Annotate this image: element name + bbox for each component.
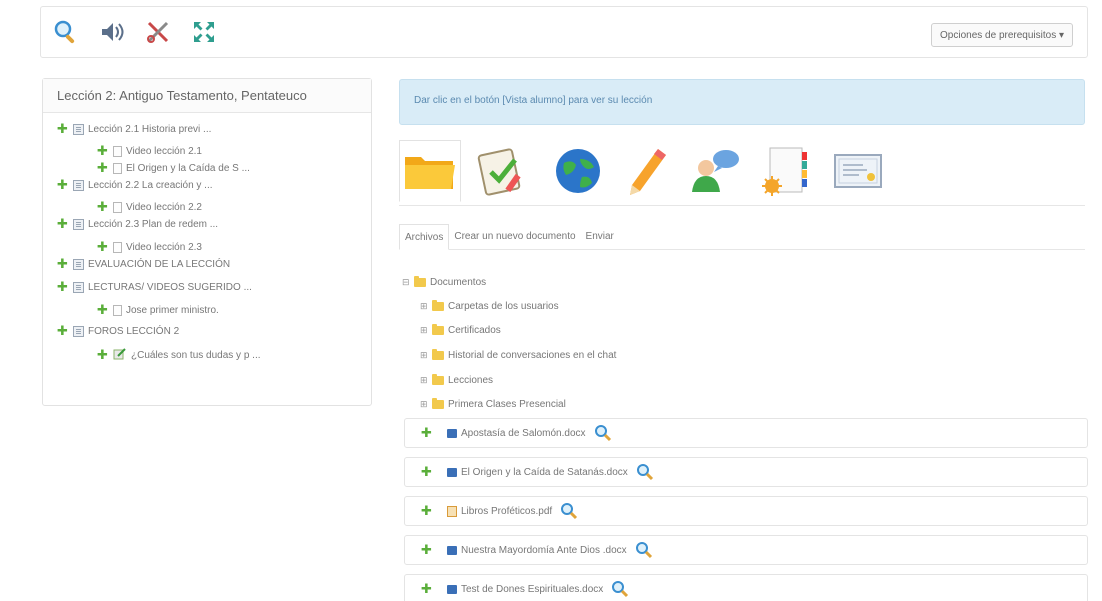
plus-icon[interactable]: ✚ [57, 324, 69, 337]
plus-icon[interactable]: ✚ [421, 465, 433, 478]
word-file-icon [447, 467, 457, 477]
top-toolbar: Opciones de prerequisitos ▾ [40, 6, 1088, 58]
folder-icon [432, 299, 444, 311]
lesson-icon [73, 325, 84, 337]
preview-search-icon[interactable] [611, 580, 629, 598]
plus-icon[interactable]: ✚ [57, 217, 69, 230]
tree-root-documentos[interactable]: ⊟ Documentos [402, 274, 486, 290]
plus-icon[interactable]: ✚ [57, 257, 69, 270]
preview-search-icon[interactable] [636, 463, 654, 481]
prerequisites-dropdown[interactable]: Opciones de prerequisitos ▾ [931, 23, 1073, 47]
folder-icon [414, 275, 426, 287]
attendance-icon[interactable] [755, 140, 817, 202]
folder-item[interactable]: ⊞ Historial de conversaciones en el chat [420, 347, 616, 363]
tree-item[interactable]: ✚ EVALUACIÓN DE LA LECCIÓN [57, 256, 230, 272]
plus-icon[interactable]: ✚ [421, 426, 433, 439]
document-icon [113, 162, 122, 174]
file-row[interactable]: ✚ Libros Proféticos.pdf [404, 496, 1088, 526]
plus-icon[interactable]: ✚ [97, 200, 109, 213]
document-icon [113, 145, 122, 157]
expand-icon[interactable]: ⊞ [420, 350, 430, 361]
folder-item[interactable]: ⊞ Certificados [420, 322, 501, 338]
plus-icon[interactable]: ✚ [97, 161, 109, 174]
preview-search-icon[interactable] [635, 541, 653, 559]
tree-item[interactable]: ✚ ¿Cuáles son tus dudas y p ... [97, 347, 261, 363]
fullscreen-icon[interactable] [189, 17, 219, 47]
pdf-file-icon [447, 505, 457, 517]
file-row[interactable]: ✚ Nuestra Mayordomía Ante Dios .docx [404, 535, 1088, 565]
tree-item[interactable]: ✚ Lección 2.1 Historia previ ... [57, 121, 211, 137]
folder-icon [432, 323, 444, 335]
tree-item[interactable]: ✚ El Origen y la Caída de S ... [97, 160, 250, 176]
chat-users-icon[interactable] [683, 140, 745, 202]
links-globe-icon[interactable] [547, 140, 609, 202]
certificate-icon[interactable] [827, 140, 889, 202]
tabs-divider [399, 205, 1085, 206]
search-icon[interactable] [51, 17, 81, 47]
assignment-icon[interactable] [471, 140, 533, 202]
folder-icon [432, 373, 444, 385]
plus-icon[interactable]: ✚ [57, 178, 69, 191]
plus-icon[interactable]: ✚ [421, 543, 433, 556]
expand-icon[interactable]: ⊞ [420, 325, 430, 336]
folder-item[interactable]: ⊞ Lecciones [420, 372, 493, 388]
collapse-icon[interactable]: ⊟ [402, 277, 412, 288]
tool-tabs [399, 140, 1089, 206]
tree-item[interactable]: ✚ Jose primer ministro. [97, 302, 219, 318]
expand-icon[interactable]: ⊞ [420, 375, 430, 386]
lesson-sidebar: Lección 2: Antiguo Testamento, Pentateuc… [42, 78, 372, 406]
tree-item[interactable]: ✚ Video lección 2.2 [97, 199, 202, 215]
sidebar-title: Lección 2: Antiguo Testamento, Pentateuc… [43, 79, 371, 113]
folder-icon [432, 348, 444, 360]
lesson-icon [73, 281, 84, 293]
lesson-icon [73, 179, 84, 191]
preview-search-icon[interactable] [594, 424, 612, 442]
word-file-icon [447, 428, 457, 438]
plus-icon[interactable]: ✚ [97, 240, 109, 253]
tree-item[interactable]: ✚ LECTURAS/ VIDEOS SUGERIDO ... [57, 279, 252, 295]
info-banner: Dar clic en el botón [Vista alumno] para… [399, 79, 1085, 125]
tab-enviar[interactable]: Enviar [581, 224, 619, 250]
audio-icon[interactable] [97, 17, 127, 47]
tree-item[interactable]: ✚ Lección 2.3 Plan de redem ... [57, 216, 218, 232]
tree-item[interactable]: ✚ Video lección 2.3 [97, 239, 202, 255]
lesson-icon [73, 123, 84, 135]
preview-search-icon[interactable] [560, 502, 578, 520]
notebook-pencil-icon[interactable] [615, 140, 677, 202]
tree-item[interactable]: ✚ Video lección 2.1 [97, 143, 202, 159]
plus-icon[interactable]: ✚ [57, 122, 69, 135]
forum-icon [113, 347, 127, 364]
folder-item[interactable]: ⊞ Carpetas de los usuarios [420, 298, 559, 314]
plus-icon[interactable]: ✚ [97, 303, 109, 316]
folder-icon [432, 397, 444, 409]
lesson-icon [73, 258, 84, 270]
expand-icon[interactable]: ⊞ [420, 301, 430, 312]
plus-icon[interactable]: ✚ [421, 582, 433, 595]
tree-item[interactable]: ✚ Lección 2.2 La creación y ... [57, 177, 213, 193]
documents-folder-icon[interactable] [399, 140, 461, 202]
file-row[interactable]: ✚ Apostasía de Salomón.docx [404, 418, 1088, 448]
folder-item[interactable]: ⊞ Primera Clases Presencial [420, 396, 566, 412]
file-row[interactable]: ✚ El Origen y la Caída de Satanás.docx [404, 457, 1088, 487]
document-icon [113, 241, 122, 253]
tab-crear-documento[interactable]: Crear un nuevo documento [449, 224, 580, 250]
plus-icon[interactable]: ✚ [97, 348, 109, 361]
file-row[interactable]: ✚ Test de Dones Espirituales.docx [404, 574, 1088, 601]
plus-icon[interactable]: ✚ [57, 280, 69, 293]
word-file-icon [447, 545, 457, 555]
lesson-icon [73, 218, 84, 230]
plus-icon[interactable]: ✚ [97, 144, 109, 157]
document-icon [113, 201, 122, 213]
tab-archivos[interactable]: Archivos [399, 224, 450, 250]
plus-icon[interactable]: ✚ [421, 504, 433, 517]
document-icon [113, 304, 122, 316]
document-subtabs: Archivos Crear un nuevo documento Enviar [399, 224, 1085, 250]
tree-item[interactable]: ✚ FOROS LECCIÓN 2 [57, 323, 179, 339]
tools-icon[interactable] [143, 17, 173, 47]
word-file-icon [447, 584, 457, 594]
expand-icon[interactable]: ⊞ [420, 399, 430, 410]
